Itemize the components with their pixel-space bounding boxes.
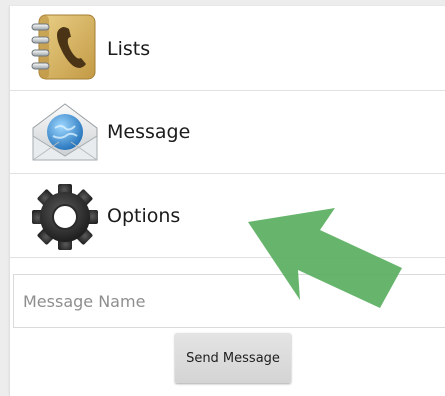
envelope-icon <box>29 98 101 168</box>
address-book-icon <box>29 13 101 83</box>
menu-item-lists[interactable]: Lists <box>10 6 445 91</box>
gear-icon <box>29 181 101 251</box>
main-panel: Lists Message Options Message Name Send … <box>10 6 445 396</box>
menu-item-label: Lists <box>107 38 151 60</box>
send-message-button[interactable]: Send Message <box>175 333 291 383</box>
menu-item-label: Options <box>107 205 181 227</box>
menu-item-label: Message <box>107 121 191 143</box>
message-name-input[interactable] <box>14 275 445 327</box>
menu-item-message[interactable]: Message <box>10 91 445 174</box>
menu-item-options[interactable]: Options <box>10 174 445 258</box>
message-name-field[interactable] <box>13 274 445 328</box>
